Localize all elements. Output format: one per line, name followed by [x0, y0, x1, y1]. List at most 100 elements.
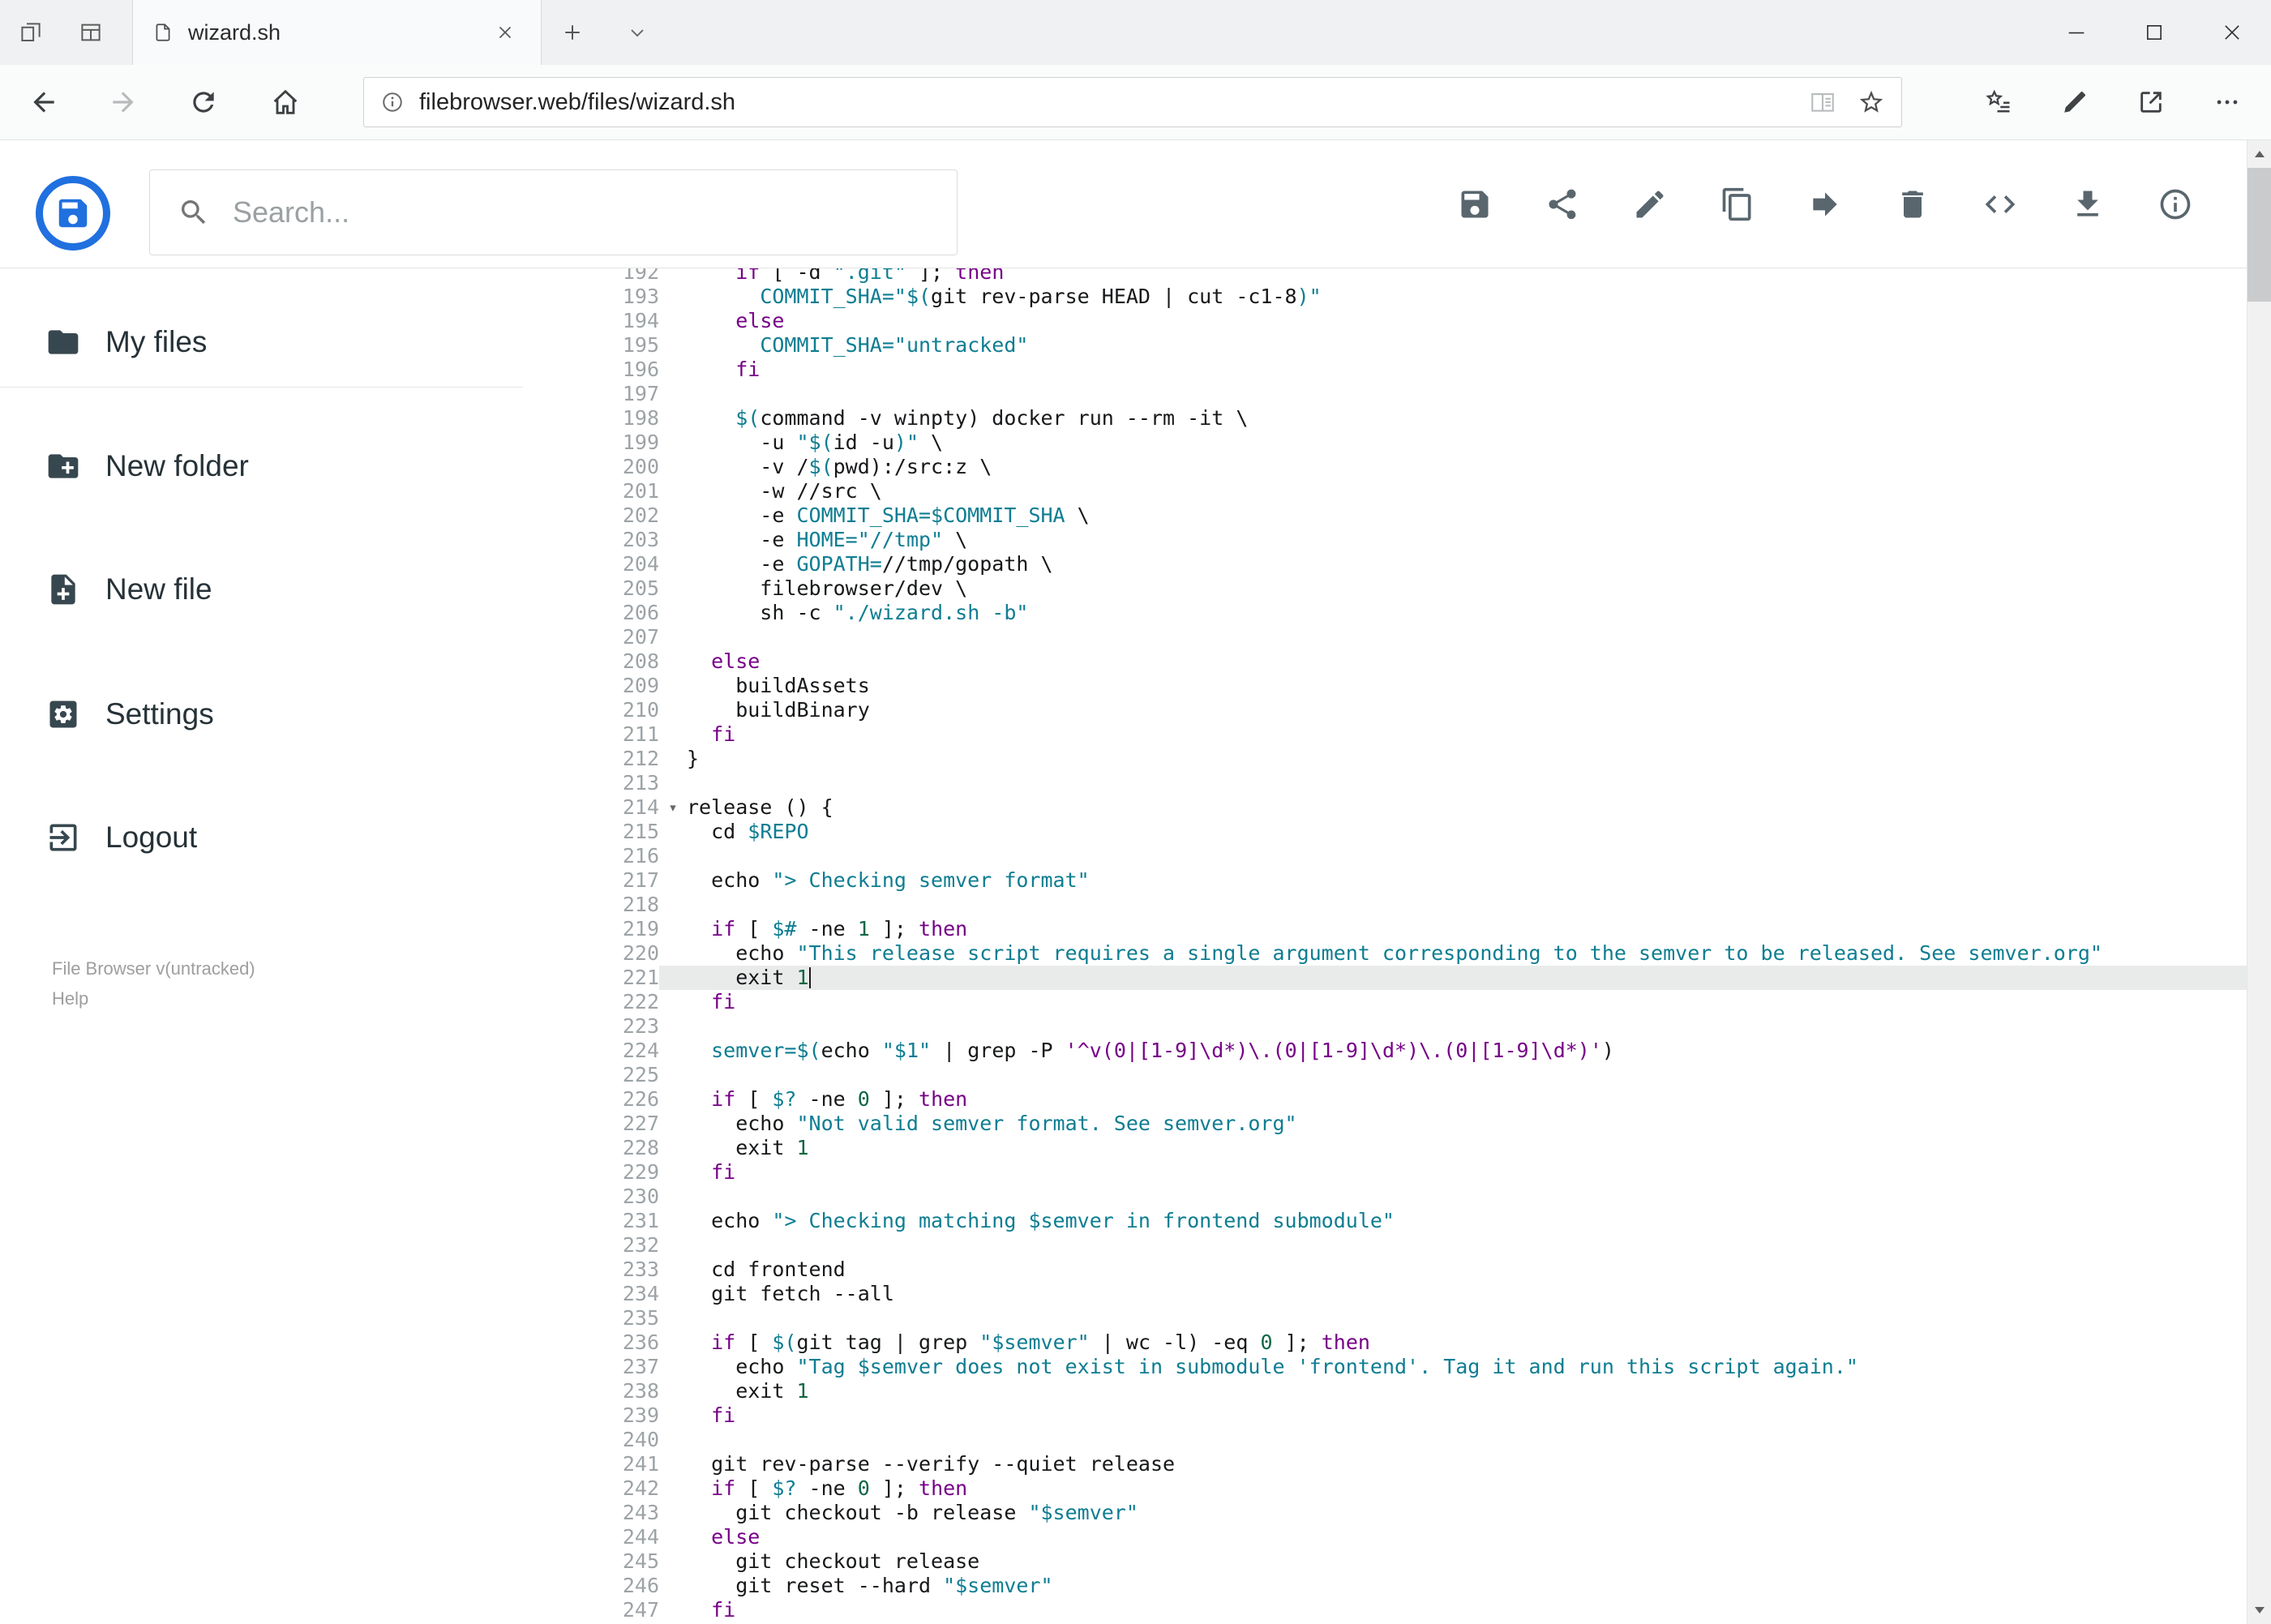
line-number[interactable]: 235	[523, 1306, 659, 1330]
code-line[interactable]: 203 -e HOME="//tmp" \	[523, 528, 2247, 552]
code-line[interactable]: 211 fi	[523, 722, 2247, 747]
line-number[interactable]: 207	[523, 625, 659, 649]
line-number[interactable]: 204	[523, 552, 659, 576]
fold-arrow-icon[interactable]: ▾	[659, 795, 687, 820]
line-number[interactable]: 211	[523, 722, 659, 747]
code-line[interactable]: 205 filebrowser/dev \	[523, 576, 2247, 601]
line-number[interactable]: 205	[523, 576, 659, 601]
line-number[interactable]: 194	[523, 309, 659, 333]
code-line[interactable]: 221 exit 1	[523, 966, 2247, 990]
scroll-down-button[interactable]	[2247, 1596, 2271, 1624]
line-number[interactable]: 214	[523, 795, 659, 820]
code-line[interactable]: 206 sh -c "./wizard.sh -b"	[523, 601, 2247, 625]
line-number[interactable]: 239	[523, 1403, 659, 1428]
line-number[interactable]: 225	[523, 1063, 659, 1087]
code-line[interactable]: 197	[523, 382, 2247, 406]
line-number[interactable]: 240	[523, 1428, 659, 1452]
line-number[interactable]: 227	[523, 1112, 659, 1136]
share-page-button[interactable]	[2125, 76, 2177, 128]
code-line[interactable]: 228 exit 1	[523, 1136, 2247, 1160]
line-number[interactable]: 210	[523, 698, 659, 722]
set-tabs-aside-button[interactable]	[13, 15, 49, 50]
line-number[interactable]: 203	[523, 528, 659, 552]
line-number[interactable]: 201	[523, 479, 659, 503]
code-line[interactable]: 220 echo "This release script requires a…	[523, 941, 2247, 966]
line-number[interactable]: 212	[523, 747, 659, 771]
line-number[interactable]: 209	[523, 674, 659, 698]
code-line[interactable]: 222 fi	[523, 990, 2247, 1014]
code-line[interactable]: 227 echo "Not valid semver format. See s…	[523, 1112, 2247, 1136]
page-scrollbar[interactable]	[2247, 140, 2271, 1624]
code-line[interactable]: 232	[523, 1233, 2247, 1258]
code-line[interactable]: 223	[523, 1014, 2247, 1039]
line-number[interactable]: 241	[523, 1452, 659, 1476]
sidebar-item-logout[interactable]: Logout	[0, 793, 523, 882]
save-button[interactable]	[1431, 161, 1519, 248]
code-line[interactable]: 218	[523, 893, 2247, 917]
code-line[interactable]: 216	[523, 844, 2247, 868]
app-logo[interactable]	[36, 176, 110, 251]
refresh-button[interactable]	[178, 65, 229, 139]
line-number[interactable]: 247	[523, 1598, 659, 1622]
minimize-button[interactable]	[2037, 0, 2115, 65]
code-line[interactable]: 215 cd $REPO	[523, 820, 2247, 844]
browser-tab[interactable]: wizard.sh	[132, 0, 542, 65]
code-line[interactable]: 193 COMMIT_SHA="$(git rev-parse HEAD | c…	[523, 285, 2247, 309]
code-line[interactable]: 194 else	[523, 309, 2247, 333]
code-line[interactable]: 231 echo "> Checking matching $semver in…	[523, 1209, 2247, 1233]
line-number[interactable]: 193	[523, 285, 659, 309]
code-line[interactable]: 239 fi	[523, 1403, 2247, 1428]
code-line[interactable]: 246 git reset --hard "$semver"	[523, 1574, 2247, 1598]
maximize-button[interactable]	[2115, 0, 2193, 65]
code-line[interactable]: 244 else	[523, 1525, 2247, 1549]
line-number[interactable]: 233	[523, 1258, 659, 1282]
code-line[interactable]: 225	[523, 1063, 2247, 1087]
sidebar-item-new-file[interactable]: New file	[0, 545, 523, 634]
line-number[interactable]: 228	[523, 1136, 659, 1160]
line-number[interactable]: 243	[523, 1501, 659, 1525]
tabs-preview-button[interactable]	[73, 15, 109, 50]
sidebar-item-my-files[interactable]: My files	[0, 298, 523, 387]
line-number[interactable]: 223	[523, 1014, 659, 1039]
sidebar-item-new-folder[interactable]: New folder	[0, 422, 523, 511]
line-number[interactable]: 222	[523, 990, 659, 1014]
code-line[interactable]: 199 -u "$(id -u)" \	[523, 431, 2247, 455]
favorites-hub-button[interactable]	[1973, 76, 2025, 128]
line-number[interactable]: 197	[523, 382, 659, 406]
code-line[interactable]: 217 echo "> Checking semver format"	[523, 868, 2247, 893]
delete-button[interactable]	[1869, 161, 1956, 248]
code-line[interactable]: 204 -e GOPATH=//tmp/gopath \	[523, 552, 2247, 576]
code-line[interactable]: 200 -v /$(pwd):/src:z \	[523, 455, 2247, 479]
line-number[interactable]: 244	[523, 1525, 659, 1549]
code-button[interactable]	[1956, 161, 2044, 248]
info-button[interactable]	[2132, 161, 2219, 248]
line-number[interactable]: 238	[523, 1379, 659, 1403]
code-line[interactable]: 233 cd frontend	[523, 1258, 2247, 1282]
line-number[interactable]: 224	[523, 1039, 659, 1063]
copy-button[interactable]	[1694, 161, 1781, 248]
code-line[interactable]: 235	[523, 1306, 2247, 1330]
line-number[interactable]: 200	[523, 455, 659, 479]
code-line[interactable]: 242 if [ $? -ne 0 ]; then	[523, 1476, 2247, 1501]
line-number[interactable]: 246	[523, 1574, 659, 1598]
code-line[interactable]: 198 $(command -v winpty) docker run --rm…	[523, 406, 2247, 431]
new-tab-button[interactable]	[550, 15, 595, 50]
code-line[interactable]: 192 if [ -d ".git" ]; then	[523, 268, 2247, 285]
code-line[interactable]: 196 fi	[523, 358, 2247, 382]
line-number[interactable]: 229	[523, 1160, 659, 1185]
address-bar[interactable]: filebrowser.web/files/wizard.sh	[363, 77, 1902, 127]
code-line[interactable]: 229 fi	[523, 1160, 2247, 1185]
line-number[interactable]: 234	[523, 1282, 659, 1306]
tab-close-button[interactable]	[489, 16, 521, 49]
line-number[interactable]: 245	[523, 1549, 659, 1574]
search-box[interactable]	[149, 169, 958, 255]
scrollbar-thumb[interactable]	[2247, 168, 2271, 302]
home-button[interactable]	[259, 65, 311, 139]
back-button[interactable]	[18, 65, 70, 139]
search-input[interactable]	[231, 195, 929, 230]
share-button[interactable]	[1519, 161, 1606, 248]
scroll-up-button[interactable]	[2247, 140, 2271, 168]
line-number[interactable]: 219	[523, 917, 659, 941]
line-number[interactable]: 196	[523, 358, 659, 382]
line-number[interactable]: 217	[523, 868, 659, 893]
